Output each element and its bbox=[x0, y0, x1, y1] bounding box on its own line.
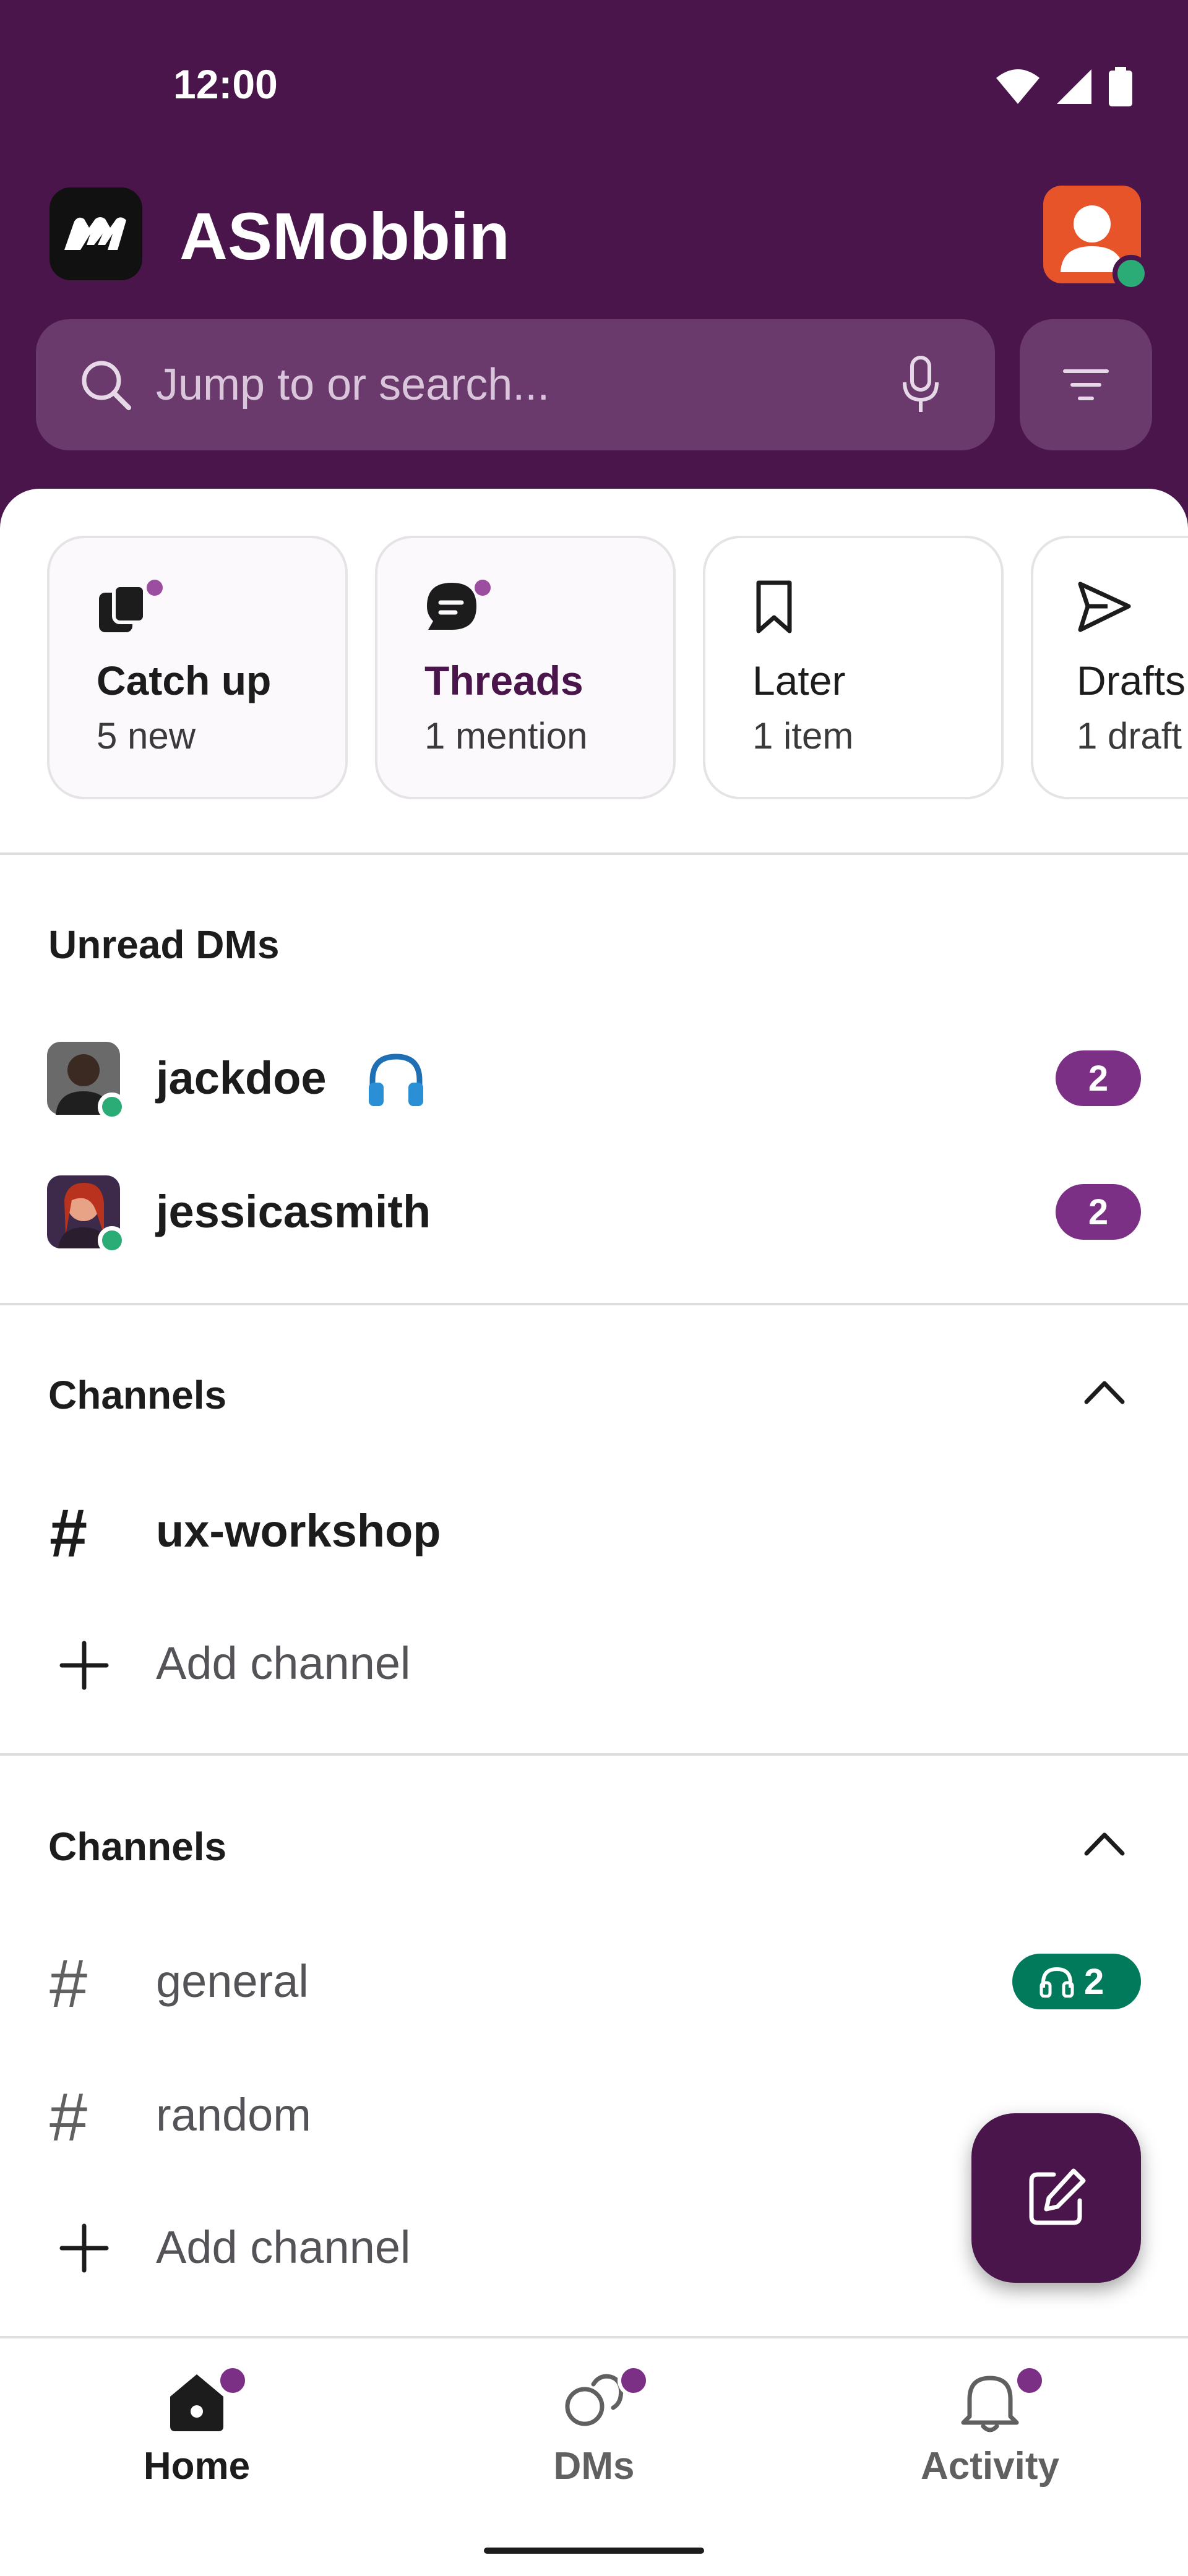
workspace-logo-icon bbox=[64, 217, 126, 250]
card-title: Later bbox=[752, 658, 846, 703]
quick-cards: Catch up 5 new Threads 1 mention Later 1… bbox=[47, 536, 1188, 802]
nav-activity[interactable]: Activity bbox=[866, 2369, 1114, 2488]
card-title: Threads bbox=[424, 658, 583, 703]
headphones-icon bbox=[1040, 1967, 1074, 1998]
cellular-icon bbox=[1057, 69, 1091, 104]
nav-home[interactable]: Home bbox=[73, 2369, 321, 2488]
notification-dot bbox=[1014, 2364, 1046, 2397]
divider bbox=[0, 1753, 1188, 1756]
card-later[interactable]: Later 1 item bbox=[703, 536, 1004, 799]
user-avatar[interactable] bbox=[1043, 186, 1150, 292]
nav-dms-label: DMs bbox=[553, 2445, 635, 2488]
card-subtitle: 1 item bbox=[752, 715, 854, 757]
card-drafts[interactable]: Drafts 1 draft bbox=[1031, 536, 1188, 799]
compose-button[interactable] bbox=[971, 2113, 1141, 2283]
card-subtitle: 1 draft bbox=[1077, 715, 1182, 757]
threads-icon bbox=[427, 580, 491, 630]
status-time: 12:00 bbox=[173, 61, 278, 107]
battery-icon bbox=[1109, 67, 1132, 106]
card-catch-up[interactable]: Catch up 5 new bbox=[47, 536, 348, 799]
search-bar[interactable]: Jump to or search... bbox=[36, 319, 995, 450]
avatar bbox=[47, 1175, 126, 1255]
presence-dot bbox=[98, 1226, 126, 1255]
notification-dot bbox=[217, 2364, 249, 2397]
headphones-icon bbox=[369, 1054, 423, 1106]
card-subtitle: 5 new bbox=[97, 715, 196, 757]
plus-icon bbox=[59, 1641, 109, 1690]
hash-icon: # bbox=[50, 2079, 88, 2155]
presence-dot bbox=[1113, 255, 1150, 292]
search-placeholder: Jump to or search... bbox=[156, 360, 550, 410]
unread-badge: 2 bbox=[1056, 1050, 1141, 1106]
hash-icon: # bbox=[50, 1946, 88, 2022]
divider bbox=[0, 852, 1188, 855]
bottom-nav: Home DMs Activity bbox=[0, 2336, 1188, 2576]
add-channel-label: Add channel bbox=[156, 2222, 411, 2273]
plus-icon bbox=[59, 2223, 109, 2273]
channel-name: random bbox=[156, 2089, 311, 2140]
nav-home-label: Home bbox=[143, 2445, 251, 2488]
presence-dot bbox=[98, 1093, 126, 1121]
avatar bbox=[47, 1042, 126, 1121]
compose-icon bbox=[1029, 2168, 1086, 2225]
workspace-name[interactable]: ASMobbin bbox=[179, 193, 510, 280]
nav-activity-label: Activity bbox=[921, 2445, 1059, 2488]
notification-dot bbox=[618, 2364, 650, 2397]
workspace-logo[interactable] bbox=[50, 187, 142, 280]
home-indicator bbox=[484, 2548, 704, 2554]
filter-button[interactable] bbox=[1020, 319, 1152, 450]
wifi-icon bbox=[996, 69, 1040, 104]
status-icons bbox=[996, 67, 1132, 106]
section-title-channels: Channels bbox=[48, 1373, 227, 1417]
microphone-icon[interactable] bbox=[901, 355, 940, 414]
add-channel-label: Add channel bbox=[156, 1638, 411, 1689]
channel-name: ux-workshop bbox=[156, 1505, 441, 1556]
chevron-up-icon[interactable] bbox=[1083, 1830, 1126, 1857]
divider bbox=[0, 1303, 1188, 1305]
send-icon bbox=[1078, 582, 1131, 632]
dm-name: jackdoe bbox=[156, 1052, 327, 1104]
huddle-badge: 2 bbox=[1012, 1954, 1141, 2009]
hash-icon: # bbox=[50, 1495, 88, 1571]
channel-name: general bbox=[156, 1956, 309, 2007]
catch-up-icon bbox=[99, 580, 163, 632]
card-threads[interactable]: Threads 1 mention bbox=[375, 536, 676, 799]
section-title-unread-dms: Unread DMs bbox=[48, 922, 280, 967]
app-header: 12:00 ASMobbin Jump to or search... bbox=[0, 0, 1188, 532]
filter-icon bbox=[1063, 369, 1109, 400]
unread-badge: 2 bbox=[1056, 1184, 1141, 1240]
card-subtitle: 1 mention bbox=[424, 715, 588, 757]
nav-dms[interactable]: DMs bbox=[470, 2369, 718, 2488]
search-icon bbox=[82, 361, 131, 410]
section-title-channels: Channels bbox=[48, 1824, 227, 1869]
huddle-count: 2 bbox=[1084, 1961, 1104, 2002]
card-title: Catch up bbox=[97, 658, 272, 703]
bookmark-icon bbox=[756, 580, 792, 633]
dm-name: jessicasmith bbox=[156, 1186, 431, 1237]
card-title: Drafts bbox=[1077, 658, 1186, 703]
chevron-up-icon[interactable] bbox=[1083, 1378, 1126, 1406]
